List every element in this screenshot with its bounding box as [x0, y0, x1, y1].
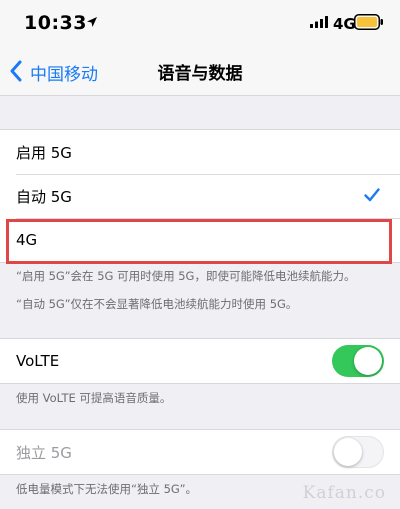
option-footnote-enable-5g: “启用 5G”会在 5G 可用时使用 5G，即使可能降低电池续航能力。: [16, 269, 356, 283]
watermark: Kafan.co: [302, 483, 386, 503]
standalone-5g-group: 独立 5G: [0, 429, 400, 475]
checkmark-icon: [364, 188, 380, 202]
cellular-signal-icon: [310, 16, 328, 28]
toggle-knob: [334, 438, 362, 466]
highlight-box: [6, 219, 392, 264]
page-title: 语音与数据: [157, 64, 243, 84]
nav-bar: 中国移动 语音与数据: [0, 48, 400, 96]
option-label: 启用 5G: [16, 143, 72, 162]
status-time: 10:33: [24, 12, 87, 34]
standalone-5g-row: 独立 5G: [0, 430, 400, 474]
volte-label: VoLTE: [16, 352, 60, 370]
location-arrow-icon: [87, 17, 97, 27]
option-footnote-auto-5g: “自动 5G”仅在不会显著降低电池续航能力时使用 5G。: [16, 297, 298, 311]
status-bar: 10:33 4G: [0, 0, 400, 48]
option-enable-5g[interactable]: 启用 5G: [0, 130, 400, 174]
standalone-5g-toggle[interactable]: [332, 436, 384, 468]
standalone-5g-label: 独立 5G: [16, 443, 72, 462]
option-auto-5g[interactable]: 自动 5G: [0, 174, 400, 218]
battery-icon: [354, 14, 383, 30]
volte-group: VoLTE: [0, 338, 400, 384]
option-label: 自动 5G: [16, 187, 72, 206]
network-type-label: 4G: [333, 15, 356, 33]
volte-toggle[interactable]: [332, 345, 384, 377]
volte-row: VoLTE: [0, 339, 400, 383]
volte-footnote: 使用 VoLTE 可提高语音质量。: [16, 391, 172, 405]
toggle-knob: [354, 347, 382, 375]
